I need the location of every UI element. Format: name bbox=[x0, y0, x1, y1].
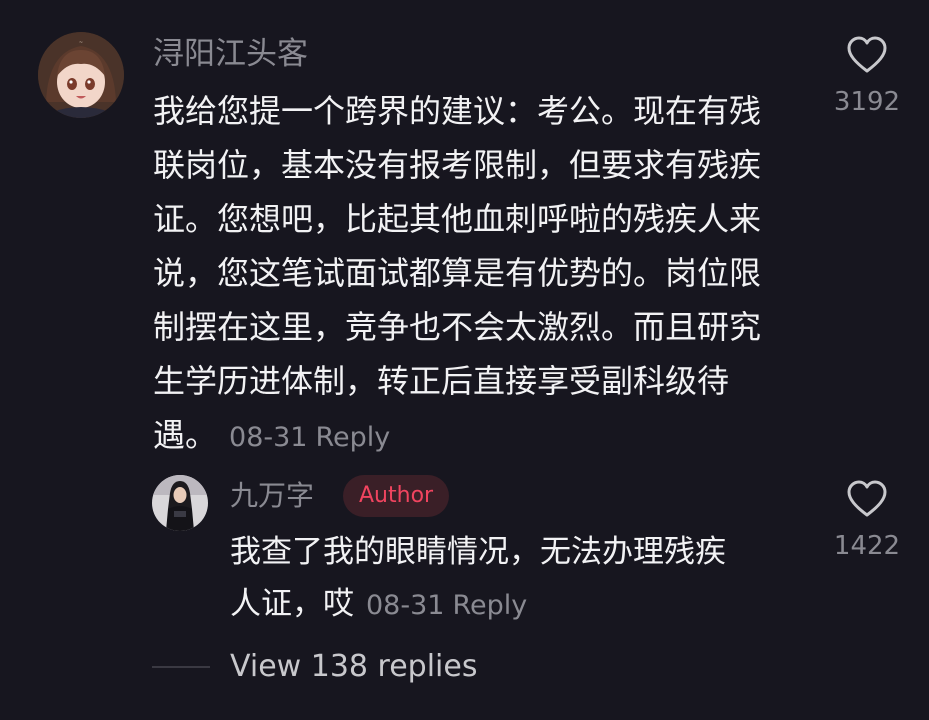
heart-icon[interactable] bbox=[847, 480, 887, 518]
reply-like-control: 1422 bbox=[822, 480, 912, 562]
like-count: 3192 bbox=[833, 87, 901, 117]
comment-thread: ~ 浔阳江头客 我给您提一个跨界的建议：考公。现在有残 联岗位，基本没有报考限制… bbox=[0, 0, 929, 720]
comment-line: 生学历进体制，转正后直接享受副科级待 bbox=[153, 362, 730, 400]
reply-date: 08-31 bbox=[366, 590, 445, 621]
reply-button[interactable]: Reply bbox=[315, 422, 390, 453]
author-badge: Author bbox=[343, 475, 450, 517]
comment-line: 说，您这笔试面试都算是有优势的。岗位限 bbox=[153, 254, 762, 292]
comment-line: 我给您提一个跨界的建议：考公。现在有残 bbox=[153, 92, 762, 130]
reply-line: 我查了我的眼睛情况，无法办理残疾 bbox=[230, 534, 726, 570]
comment-line: 遇。 bbox=[153, 416, 218, 454]
comment-line: 制摆在这里，竞争也不会太激烈。而且研究 bbox=[153, 308, 762, 346]
like-control: 3192 bbox=[822, 36, 912, 118]
reply-author-username[interactable]: 九万字 bbox=[230, 475, 314, 517]
comment-date: 08-31 bbox=[229, 422, 308, 453]
reply-author-avatar[interactable] bbox=[152, 475, 208, 531]
comment-body: 我给您提一个跨界的建议：考公。现在有残 联岗位，基本没有报考限制，但要求有残疾 … bbox=[153, 84, 761, 462]
heart-icon[interactable] bbox=[847, 36, 887, 74]
comment-last-line: 遇。 08-31 Reply bbox=[153, 408, 761, 462]
replies-divider bbox=[152, 666, 210, 668]
svg-text:~: ~ bbox=[79, 40, 83, 46]
commenter-avatar[interactable]: ~ bbox=[38, 32, 124, 118]
view-replies-button[interactable]: View 138 replies bbox=[230, 646, 477, 688]
commenter-username[interactable]: 浔阳江头客 bbox=[153, 32, 308, 76]
reply-body: 我查了我的眼睛情况，无法办理残疾 人证，哎 08-31 Reply bbox=[230, 526, 726, 630]
reply-last-line: 人证，哎 08-31 Reply bbox=[230, 578, 726, 630]
avatar-anime-girl-icon: ~ bbox=[38, 32, 124, 118]
comment-line: 联岗位，基本没有报考限制，但要求有残疾 bbox=[153, 146, 762, 184]
reply-button[interactable]: Reply bbox=[452, 590, 527, 621]
reply-line: 人证，哎 bbox=[230, 586, 354, 622]
avatar-photo-person-icon bbox=[152, 475, 208, 531]
reply-like-count: 1422 bbox=[833, 531, 901, 561]
comment-line: 证。您想吧，比起其他血刺呼啦的残疾人来 bbox=[153, 200, 762, 238]
